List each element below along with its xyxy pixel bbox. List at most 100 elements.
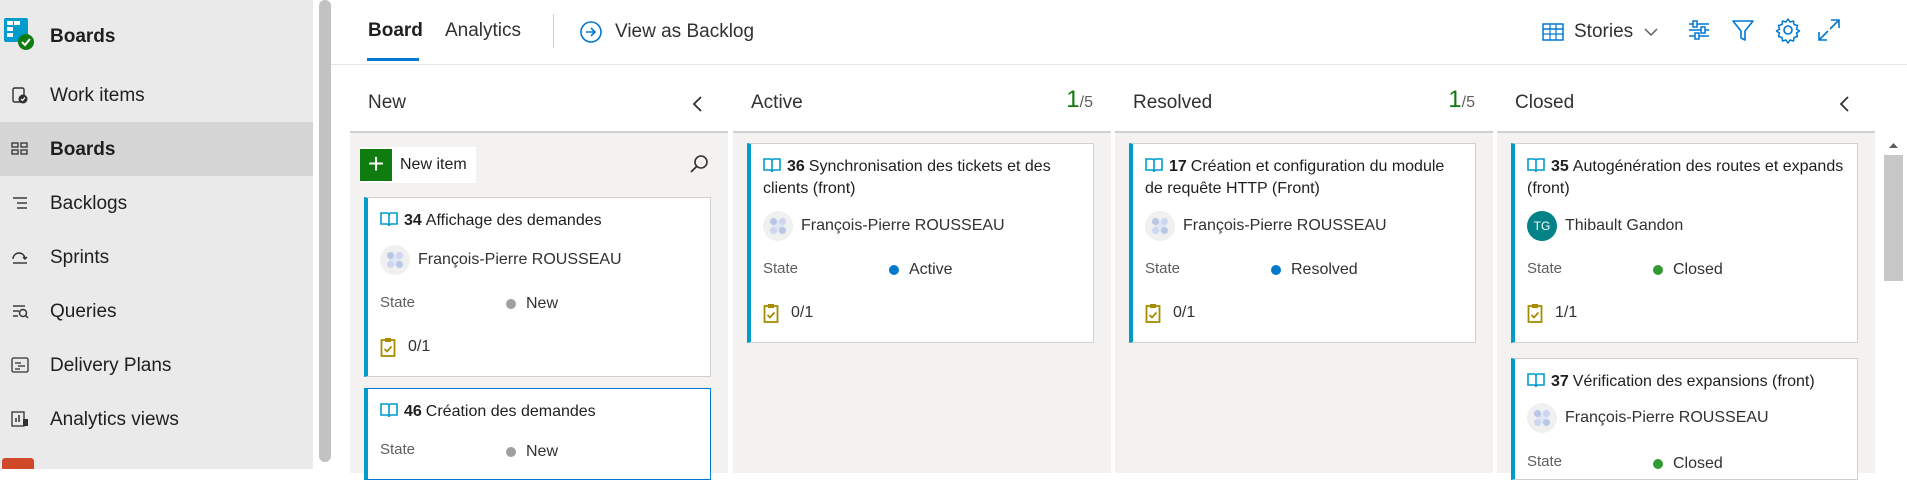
sidebar-item-queries[interactable]: Queries bbox=[0, 284, 313, 338]
card-state[interactable]: Active bbox=[889, 261, 953, 279]
card-id: 17 bbox=[1169, 158, 1187, 175]
state-value: New bbox=[526, 295, 559, 312]
sidebar-item-label: Analytics views bbox=[50, 409, 179, 430]
work-item-card[interactable]: 34 Affichage des demandes François-Pierre… bbox=[364, 197, 711, 377]
new-item-button[interactable]: + New item bbox=[360, 147, 476, 183]
column-title: New bbox=[368, 92, 407, 113]
card-state[interactable]: New bbox=[506, 295, 558, 313]
state-label: State bbox=[1145, 260, 1181, 277]
card-assignee[interactable]: François-Pierre ROUSSEAU bbox=[1145, 211, 1387, 241]
column-resolved: Resolved 1/5 17 Création et configuration… bbox=[1115, 64, 1493, 473]
wip-current: 1 bbox=[1448, 86, 1462, 113]
user-story-icon bbox=[380, 403, 398, 418]
card-title-text[interactable]: Synchronisation des tickets et des clien… bbox=[763, 158, 1051, 197]
state-new-dot-icon bbox=[506, 299, 516, 309]
card-id: 34 bbox=[404, 212, 422, 229]
settings-icon[interactable] bbox=[1774, 16, 1802, 44]
view-as-backlog-button[interactable]: View as Backlog bbox=[579, 18, 754, 46]
avatar bbox=[380, 245, 410, 275]
boards-icon bbox=[11, 142, 28, 155]
sidebar-item-backlogs[interactable]: Backlogs bbox=[0, 176, 313, 230]
search-icon[interactable] bbox=[688, 153, 710, 175]
wip-max: /5 bbox=[1079, 94, 1093, 111]
card-assignee[interactable]: François-Pierre ROUSSEAU bbox=[380, 245, 622, 275]
sidebar-scrollbar[interactable] bbox=[319, 0, 331, 462]
chevron-left-icon[interactable] bbox=[1837, 94, 1853, 114]
work-item-card[interactable]: 35 Autogénération des routes et expands (… bbox=[1511, 143, 1858, 343]
sprints-icon bbox=[12, 252, 28, 264]
state-new-dot-icon bbox=[506, 447, 516, 457]
board-toolbar: Board Analytics View as Backlog Stories bbox=[331, 0, 1907, 65]
column-header: Resolved 1/5 bbox=[1115, 86, 1493, 120]
work-item-card[interactable]: 37 Vérification des expansions (front) Fr… bbox=[1511, 358, 1858, 480]
tab-board[interactable]: Board bbox=[368, 20, 423, 42]
card-title: 35 Autogénération des routes et expands (… bbox=[1527, 156, 1845, 200]
plus-icon: + bbox=[360, 149, 392, 181]
card-title-text[interactable]: Affichage des demandes bbox=[426, 212, 602, 229]
card-tasks[interactable]: 0/1 bbox=[1145, 303, 1195, 323]
column-title: Closed bbox=[1515, 92, 1575, 113]
work-item-card[interactable]: 46 Création des demandes State New bbox=[364, 388, 711, 480]
card-title-text[interactable]: Création et configuration du module de r… bbox=[1145, 158, 1444, 197]
task-checklist-icon bbox=[1145, 304, 1161, 323]
work-items-icon bbox=[12, 87, 28, 104]
state-value: Closed bbox=[1673, 261, 1723, 278]
card-tasks[interactable]: 1/1 bbox=[1527, 303, 1577, 323]
card-title-text[interactable]: Vérification des expansions (front) bbox=[1573, 373, 1815, 390]
card-tasks[interactable]: 0/1 bbox=[763, 303, 813, 323]
state-label: State bbox=[380, 294, 416, 311]
sidebar-item-delivery-plans[interactable]: Delivery Plans bbox=[0, 338, 313, 392]
board-scrollbar[interactable] bbox=[1880, 133, 1907, 469]
scroll-up-arrow-icon[interactable] bbox=[1880, 137, 1907, 153]
chevron-left-icon[interactable] bbox=[690, 94, 706, 114]
avatar bbox=[1145, 211, 1175, 241]
card-title: 36 Synchronisation des tickets et des cli… bbox=[763, 156, 1081, 200]
card-state[interactable]: New bbox=[506, 443, 558, 461]
card-title-text[interactable]: Création des demandes bbox=[426, 403, 596, 420]
view-as-backlog-label: View as Backlog bbox=[615, 21, 755, 42]
card-title: 37 Vérification des expansions (front) bbox=[1527, 371, 1845, 393]
tasks-progress: 0/1 bbox=[1173, 304, 1196, 321]
sidebar-item-work-items[interactable]: Work items bbox=[0, 68, 313, 122]
card-assignee[interactable]: TG Thibault Gandon bbox=[1527, 211, 1683, 241]
state-value: New bbox=[526, 443, 559, 460]
sidebar-item-sprints[interactable]: Sprints bbox=[0, 230, 313, 284]
card-state[interactable]: Resolved bbox=[1271, 261, 1358, 279]
sidebar-item-label: Sprints bbox=[50, 247, 110, 268]
column-closed: Closed 35 Autogénération des routes et ex… bbox=[1497, 64, 1875, 480]
sidebar-item-label: Backlogs bbox=[50, 193, 128, 214]
state-closed-dot-icon bbox=[1653, 265, 1663, 275]
work-item-card[interactable]: 17 Création et configuration du module de… bbox=[1129, 143, 1476, 343]
tasks-progress: 0/1 bbox=[408, 338, 431, 355]
column-options-icon[interactable] bbox=[1685, 16, 1713, 44]
card-id: 46 bbox=[404, 403, 422, 420]
user-story-icon bbox=[380, 212, 398, 227]
work-item-card[interactable]: 36 Synchronisation des tickets et des cli… bbox=[747, 143, 1094, 343]
backlog-level-dropdown[interactable]: Stories bbox=[1542, 18, 1659, 46]
sidebar-item-analytics-views[interactable]: Analytics views bbox=[0, 392, 313, 446]
state-label: State bbox=[380, 441, 416, 458]
sidebar-header[interactable]: Boards bbox=[0, 4, 313, 64]
stories-grid-icon bbox=[1542, 23, 1564, 41]
state-resolved-dot-icon bbox=[1271, 265, 1281, 275]
avatar bbox=[1527, 403, 1557, 433]
card-id: 37 bbox=[1551, 373, 1569, 390]
tab-analytics[interactable]: Analytics bbox=[445, 20, 521, 42]
fullscreen-icon[interactable] bbox=[1815, 16, 1843, 44]
column-header: Active 1/5 bbox=[733, 86, 1111, 120]
card-assignee[interactable]: François-Pierre ROUSSEAU bbox=[1527, 403, 1769, 433]
wip-limit: 1/5 bbox=[1448, 86, 1475, 114]
card-tasks[interactable]: 0/1 bbox=[380, 337, 430, 357]
scrollbar-thumb[interactable] bbox=[1884, 155, 1903, 281]
card-id: 36 bbox=[787, 158, 805, 175]
card-assignee[interactable]: François-Pierre ROUSSEAU bbox=[763, 211, 1005, 241]
backlog-level-label: Stories bbox=[1574, 21, 1634, 42]
card-state[interactable]: Closed bbox=[1653, 455, 1723, 473]
sidebar-next-item-icon bbox=[2, 458, 34, 469]
analytics-views-icon bbox=[11, 411, 28, 427]
card-title-text[interactable]: Autogénération des routes et expands (fr… bbox=[1527, 158, 1843, 197]
sidebar-item-boards[interactable]: Boards bbox=[0, 122, 313, 176]
filter-icon[interactable] bbox=[1729, 16, 1757, 44]
card-state[interactable]: Closed bbox=[1653, 261, 1723, 279]
column-body: 36 Synchronisation des tickets et des cli… bbox=[733, 133, 1111, 473]
